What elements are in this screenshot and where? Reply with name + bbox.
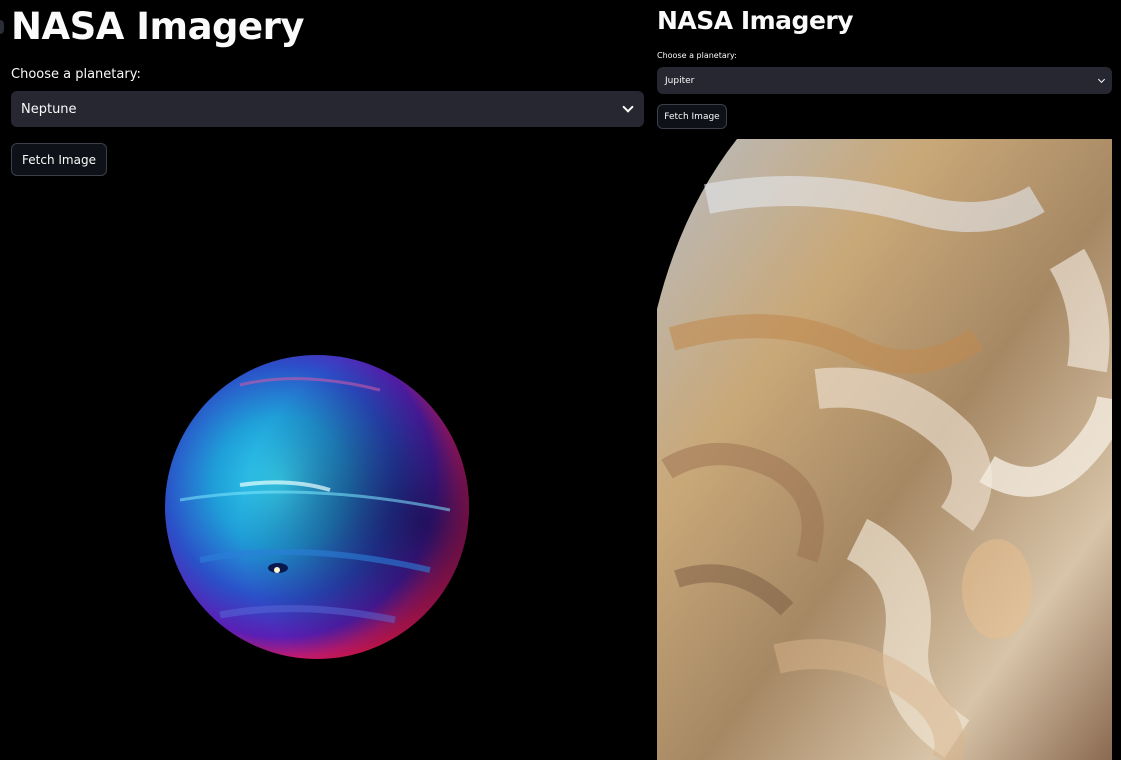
sidebar-toggle-handle[interactable]: [0, 20, 4, 34]
planet-select[interactable]: Jupiter: [657, 67, 1112, 94]
planet-select-label: Choose a planetary:: [657, 51, 737, 60]
chevron-down-icon: [622, 101, 634, 113]
planet-select[interactable]: Neptune: [11, 91, 644, 127]
chevron-down-icon: [1097, 75, 1106, 83]
page-title: NASA Imagery: [657, 6, 854, 35]
jupiter-cloud-bands-image: [657, 139, 1112, 760]
planet-select-label: Choose a planetary:: [11, 67, 141, 82]
fetch-image-button[interactable]: Fetch Image: [11, 143, 107, 176]
fetch-image-button[interactable]: Fetch Image: [657, 104, 727, 129]
planet-select-value: Jupiter: [665, 75, 695, 86]
page-title: NASA Imagery: [11, 5, 305, 48]
planet-select-value: Neptune: [21, 101, 77, 117]
neptune-planet-image: [165, 355, 469, 659]
